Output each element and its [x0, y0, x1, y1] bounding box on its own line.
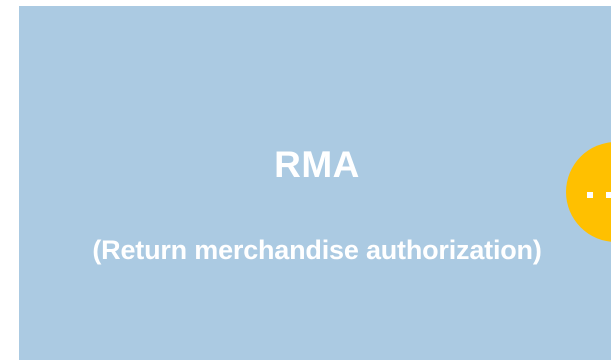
- more-dots-icon: [587, 192, 593, 198]
- more-dots-icon-dot: [606, 192, 611, 198]
- slide-subtitle: (Return merchandise authorization): [92, 235, 542, 265]
- slide-title: RMA: [274, 144, 360, 185]
- screen: RMA (Return merchandise authorization): [0, 0, 611, 360]
